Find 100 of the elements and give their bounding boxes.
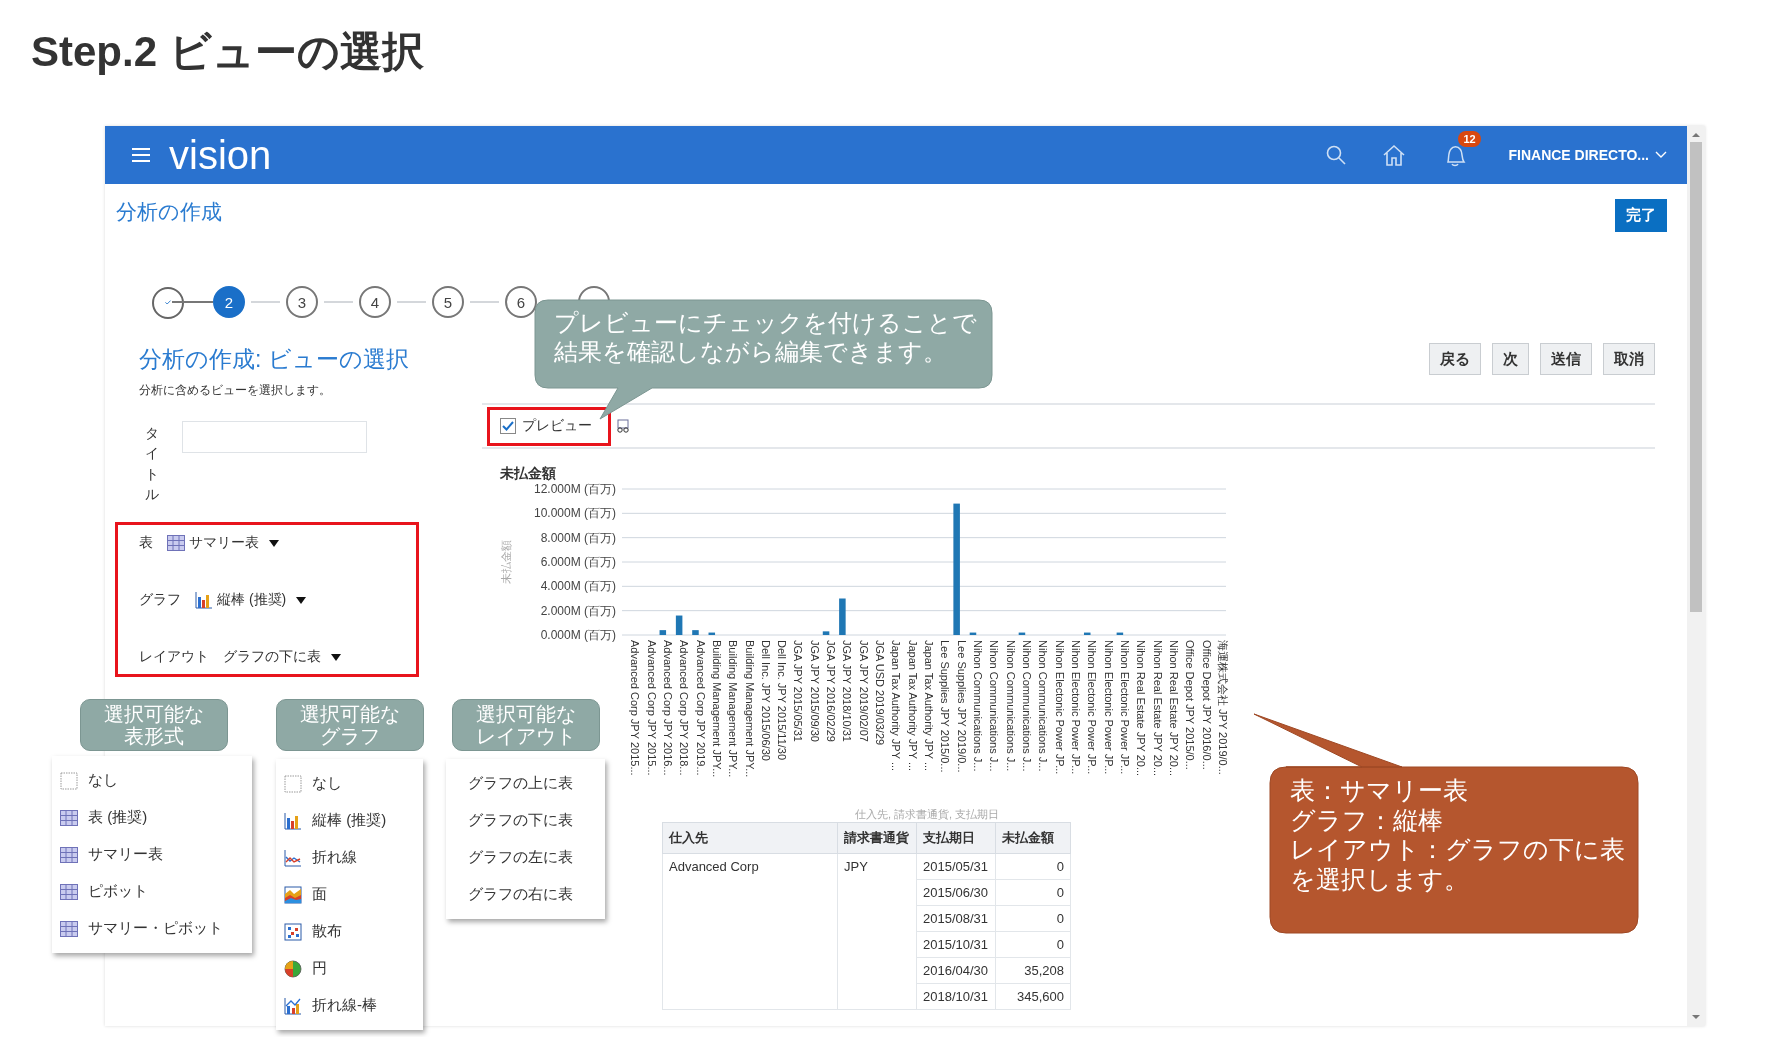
line-chart-icon xyxy=(284,848,302,867)
table-cell: JPY xyxy=(837,853,917,1010)
y-tick-label: 10.000M (百万) xyxy=(533,506,616,521)
x-tick-label: Japan Tax Authority JPY ... xyxy=(923,640,936,772)
nav-button[interactable]: 送信 xyxy=(1540,343,1592,375)
menu-item[interactable]: 表 (推奨) xyxy=(52,799,252,836)
x-tick-label: Japan Tax Authority JPY ... xyxy=(890,640,903,772)
step-circle[interactable] xyxy=(152,286,184,319)
user-menu[interactable]: FINANCE DIRECTO... xyxy=(1508,147,1649,163)
view-dropdown[interactable]: 縦棒 (推奨) xyxy=(195,591,307,610)
done-button[interactable]: 完了 xyxy=(1615,199,1667,232)
x-tick-label: Japan Tax Authority JPY ... xyxy=(906,640,919,772)
menu-item[interactable]: グラフの右に表 xyxy=(446,876,605,913)
x-tick-label: Office Depot JPY 2015/0... xyxy=(1184,640,1197,770)
column-header[interactable]: 仕入先 xyxy=(662,822,838,854)
menu-item[interactable]: 折れ線 xyxy=(276,839,423,876)
y-tick-label: 2.000M (百万) xyxy=(540,603,616,618)
table-cell: 2015/05/31 xyxy=(916,853,996,880)
table-cell: 2015/08/31 xyxy=(916,905,996,932)
home-icon[interactable] xyxy=(1382,144,1407,166)
x-tick-label: JGA JPY 2015/05/31 xyxy=(792,640,805,742)
menu-item[interactable]: 円 xyxy=(276,950,423,987)
table-icon xyxy=(60,883,78,900)
x-tick-label: Nihon Communications J... xyxy=(1004,640,1017,772)
scroll-down-icon[interactable] xyxy=(1691,1012,1701,1022)
caret-icon xyxy=(269,539,279,547)
menu-item[interactable]: サマリー表 xyxy=(52,836,252,873)
menu-item[interactable]: グラフの上に表 xyxy=(446,765,605,802)
menu-item[interactable]: 散布 xyxy=(276,913,423,950)
bar xyxy=(822,631,830,635)
menu-item[interactable]: ピボット xyxy=(52,873,252,910)
bar xyxy=(1116,632,1124,635)
chevron-down-icon[interactable] xyxy=(1655,151,1667,159)
x-tick-label: Nihon Real Estate JPY 20... xyxy=(1167,640,1180,777)
step-circle[interactable]: 2 xyxy=(213,286,245,318)
empty-square-icon xyxy=(60,771,78,790)
link-icon[interactable] xyxy=(615,419,631,433)
scrollbar-thumb[interactable] xyxy=(1690,142,1702,612)
step-circle[interactable]: 6 xyxy=(505,286,537,318)
table-cell: 2015/10/31 xyxy=(916,931,996,958)
x-tick-label: Lee Supplies JPY 2015/0... xyxy=(939,640,952,773)
caret-icon xyxy=(296,596,307,604)
x-tick-label: Advanced Corp JPY 2019... xyxy=(694,640,707,776)
title-label: タイトル xyxy=(145,424,159,504)
menu-item[interactable]: 縦棒 (推奨) xyxy=(276,802,423,839)
table-cell: 2015/06/30 xyxy=(916,879,996,906)
x-tick-label: Dell Inc. JPY 2015/11/30 xyxy=(776,640,789,761)
view-dropdown[interactable]: サマリー表 xyxy=(167,534,279,553)
bar xyxy=(675,615,683,635)
x-tick-label: Nihon Electonic Power JP... xyxy=(1070,640,1082,775)
menu-item[interactable]: 折れ線-棒 xyxy=(276,987,423,1024)
empty-square-icon xyxy=(284,774,302,793)
menu-item[interactable]: 面 xyxy=(276,876,423,913)
search-icon[interactable] xyxy=(1326,145,1347,165)
menu-item[interactable]: グラフの下に表 xyxy=(446,802,605,839)
x-tick-label: Nihon Real Estate JPY 20... xyxy=(1151,640,1164,777)
app-logo: vision xyxy=(169,135,272,175)
step-circle[interactable]: 4 xyxy=(359,286,391,318)
step-circle[interactable]: 3 xyxy=(286,286,318,318)
area-chart-icon xyxy=(284,885,302,904)
column-header[interactable]: 請求書通貨 xyxy=(837,822,917,854)
scroll-up-icon[interactable] xyxy=(1691,130,1701,140)
preview-label[interactable]: プレビュー xyxy=(522,417,592,435)
title-input-field[interactable] xyxy=(182,421,367,453)
page-title: 分析の作成 xyxy=(116,199,222,225)
option-label: 選択可能な 表形式 xyxy=(80,699,228,751)
callout-text: プレビューにチェックを付けることで 結果を確認しながら編集できます。 xyxy=(554,309,977,367)
bar xyxy=(708,632,716,635)
table-cell: 0 xyxy=(995,931,1071,958)
view-dropdown[interactable]: グラフの下に表 xyxy=(223,648,341,667)
instruction-text: 分析に含めるビューを選択します。 xyxy=(139,382,332,399)
nav-button[interactable]: 取消 xyxy=(1603,343,1655,375)
x-tick-label: JGA JPY 2019/02/07 xyxy=(857,640,870,742)
x-tick-label: Lee Supplies JPY 2019/0... xyxy=(955,640,968,773)
x-tick-label: JGA JPY 2016/02/29 xyxy=(825,640,838,742)
nav-button[interactable]: 戻る xyxy=(1429,343,1481,375)
table-cell: 345,600 xyxy=(995,983,1071,1010)
bar xyxy=(969,632,977,635)
y-tick-label: 0.000M (百万) xyxy=(540,628,616,642)
step-circle[interactable]: 5 xyxy=(432,286,464,318)
x-tick-label: Advanced Corp JPY 2016... xyxy=(661,640,674,776)
x-tick-label: Nihon Real Estate JPY 20... xyxy=(1135,640,1148,777)
menu-item[interactable]: サマリー・ピボット xyxy=(52,910,252,947)
menu-item[interactable]: なし xyxy=(276,765,423,802)
menu-item[interactable]: グラフの左に表 xyxy=(446,839,605,876)
x-tick-label: Nihon Communications J... xyxy=(988,640,1001,772)
x-tick-label: JGA JPY 2018/10/31 xyxy=(841,640,854,742)
nav-button[interactable]: 次 xyxy=(1492,343,1529,375)
table-icon xyxy=(60,920,78,937)
pie-chart-icon xyxy=(284,959,302,978)
y-tick-label: 8.000M (百万) xyxy=(540,530,616,545)
x-tick-label: Nihon Communications J... xyxy=(972,640,985,772)
bar xyxy=(839,598,846,635)
scrollbar[interactable] xyxy=(1687,126,1705,1026)
column-header[interactable]: 未払金額 xyxy=(995,822,1071,854)
bell-icon[interactable] xyxy=(1444,143,1467,167)
column-header[interactable]: 支払期日 xyxy=(916,822,996,854)
menu-item[interactable]: なし xyxy=(52,762,252,799)
menu-icon[interactable] xyxy=(131,147,151,163)
preview-checkbox[interactable] xyxy=(500,418,516,434)
